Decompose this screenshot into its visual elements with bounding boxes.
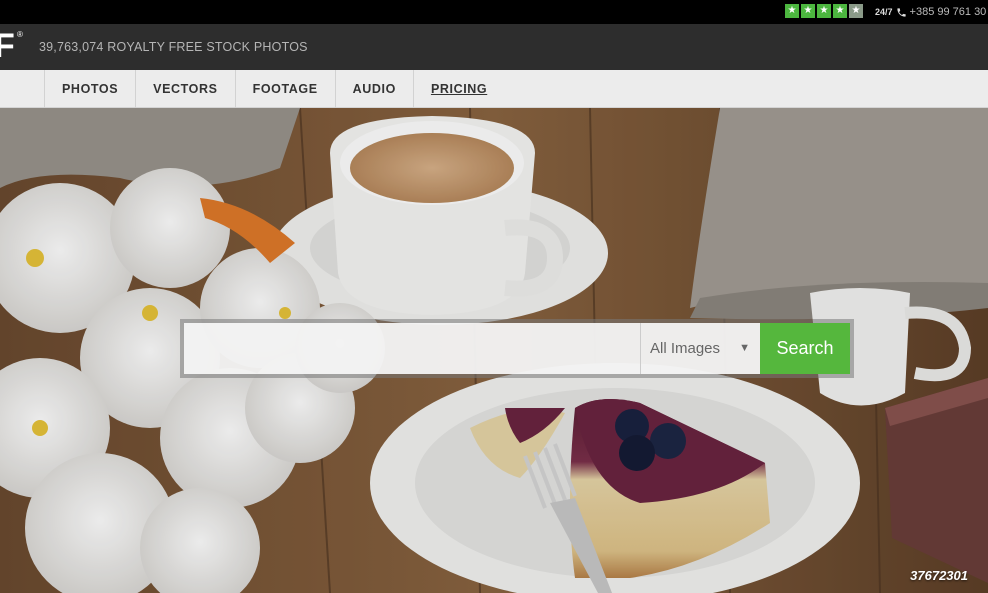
nav-audio[interactable]: AUDIO bbox=[334, 70, 413, 108]
support-hours: 24/7 bbox=[875, 7, 893, 17]
nav-label: PHOTOS bbox=[62, 82, 119, 96]
tagline: 39,763,074 ROYALTY FREE STOCK PHOTOS bbox=[39, 40, 308, 54]
star-icon: ★ bbox=[785, 4, 799, 18]
category-select[interactable]: All Images ▼ bbox=[640, 323, 760, 374]
top-strip: ★ ★ ★ ★ ★ 24/7 +385 99 761 30 bbox=[0, 0, 988, 24]
logo[interactable]: F bbox=[0, 28, 15, 64]
star-icon: ★ bbox=[833, 4, 847, 18]
search-input[interactable] bbox=[184, 323, 640, 374]
main-nav: PHOTOS VECTORS FOOTAGE AUDIO PRICING bbox=[0, 70, 988, 108]
rating-stars: ★ ★ ★ ★ ★ bbox=[785, 4, 863, 18]
registered-mark: ® bbox=[17, 30, 23, 39]
category-selected: All Images bbox=[650, 340, 721, 357]
phone-icon bbox=[896, 7, 906, 17]
nav-label: FOOTAGE bbox=[252, 82, 318, 96]
support-contact[interactable]: 24/7 +385 99 761 30 bbox=[875, 6, 986, 18]
header: F ® 39,763,074 ROYALTY FREE STOCK PHOTOS bbox=[0, 24, 988, 70]
phone-number: +385 99 761 30 bbox=[909, 6, 987, 18]
search-bar: All Images ▼ Search bbox=[180, 319, 854, 378]
nav-photos[interactable]: PHOTOS bbox=[44, 70, 135, 108]
star-icon: ★ bbox=[849, 4, 863, 18]
star-icon: ★ bbox=[801, 4, 815, 18]
nav-label: VECTORS bbox=[153, 82, 218, 96]
nav-vectors[interactable]: VECTORS bbox=[135, 70, 234, 108]
caret-down-icon: ▼ bbox=[739, 342, 750, 354]
image-id: 37672301 bbox=[910, 568, 968, 583]
nav-label: PRICING bbox=[430, 82, 488, 96]
nav-label: AUDIO bbox=[352, 82, 396, 96]
nav-pricing[interactable]: PRICING bbox=[412, 70, 504, 108]
star-icon: ★ bbox=[817, 4, 831, 18]
search-button[interactable]: Search bbox=[760, 323, 850, 374]
nav-footage[interactable]: FOOTAGE bbox=[234, 70, 335, 108]
